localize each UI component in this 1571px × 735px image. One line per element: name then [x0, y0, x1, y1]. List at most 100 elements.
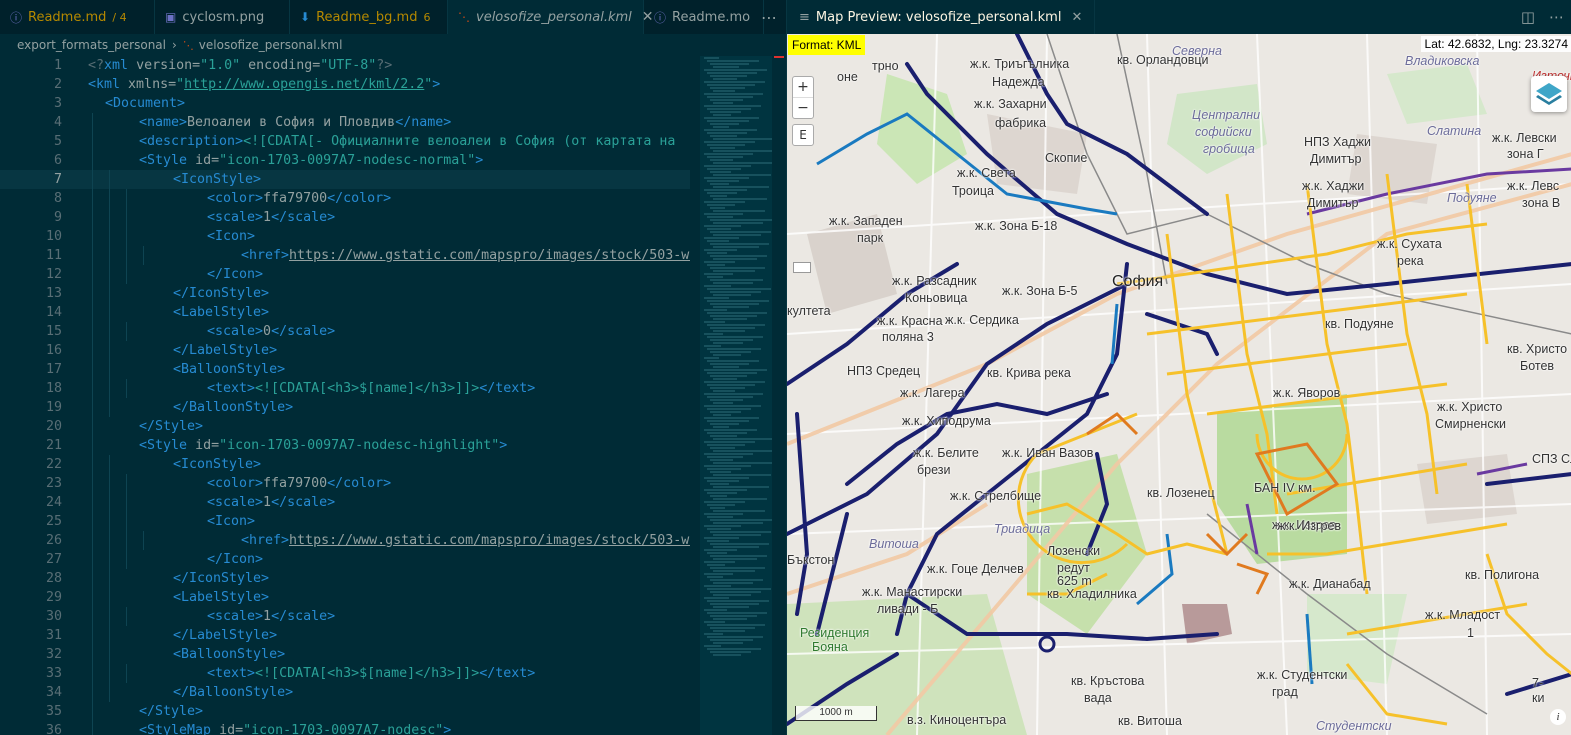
edit-button[interactable]: E: [792, 124, 814, 146]
map-label: Централни: [1192, 108, 1261, 122]
line-number: 32: [45, 647, 62, 662]
indent-guide: [92, 151, 93, 170]
code-line[interactable]: 36 <StyleMap id="icon-1703-0097A7-nodesc"…: [0, 721, 690, 735]
code-line[interactable]: 17 <BalloonStyle>: [0, 360, 690, 379]
line-number: 11: [45, 248, 62, 263]
code-line[interactable]: 21 <Style id="icon-1703-0097A7-nodesc-hig…: [0, 436, 690, 455]
map-label: ж.к. Изгрев: [1277, 519, 1342, 533]
map-label: ж.к. Триъгълника: [970, 57, 1070, 71]
code-line[interactable]: 24 <scale>1</scale>: [0, 493, 690, 512]
code-line[interactable]: 6 <Style id="icon-1703-0097A7-nodesc-norm…: [0, 151, 690, 170]
map-view[interactable]: ж.к. Триъгълника Надежда кв. Орландовци ж.к…: [787, 34, 1571, 735]
map-label: ж.к. Студентски: [1257, 668, 1348, 682]
line-number: 36: [45, 723, 62, 735]
vertical-scrollbar[interactable]: [772, 56, 786, 735]
indent-guide: [92, 170, 93, 189]
map-label: кв. Лозенец: [1147, 486, 1215, 500]
code-line[interactable]: 4 <name>Велоалеи в София и Пловдив</name>: [0, 113, 690, 132]
tab-5[interactable]: ⓘ Readme.mo: [644, 0, 764, 34]
zoom-out-button[interactable]: −: [793, 98, 813, 118]
indent-guide: [92, 303, 93, 322]
code-line[interactable]: 26 <href>https://www.gstatic.com/mapspro/…: [0, 531, 690, 550]
map-label: ки: [1532, 691, 1545, 705]
code-line[interactable]: 7 <IconStyle>: [0, 170, 690, 189]
map-label: поляна 3: [882, 330, 934, 344]
split-editor-icon[interactable]: ◫: [1521, 8, 1535, 26]
more-actions-icon[interactable]: ⋯: [761, 0, 778, 34]
code-line[interactable]: 9 <scale>1</scale>: [0, 208, 690, 227]
code-line[interactable]: 16 </LabelStyle>: [0, 341, 690, 360]
tab-problem-count: 6: [423, 10, 431, 24]
rectangle-tool-icon[interactable]: [793, 262, 811, 273]
code-line[interactable]: 29 <LabelStyle>: [0, 588, 690, 607]
code-line[interactable]: 18 <text><![CDATA[<h3>$[name]</h3>]]></te…: [0, 379, 690, 398]
more-actions-icon[interactable]: ⋯: [1549, 8, 1564, 26]
code-line[interactable]: 11 <href>https://www.gstatic.com/mapspro/…: [0, 246, 690, 265]
tab-2[interactable]: ▣ cyclosm.png: [155, 0, 290, 34]
map-label: кв. Кръстова: [1071, 674, 1145, 688]
code-line[interactable]: 2 <kml xmlns="http://www.opengis.net/kml/…: [0, 75, 690, 94]
map-label: Смирненски: [1435, 417, 1507, 431]
map-label: Витоша: [869, 537, 919, 551]
code-line[interactable]: 23 <color>ffa79700</color>: [0, 474, 690, 493]
code-line[interactable]: 20 </Style>: [0, 417, 690, 436]
code-text: </BalloonStyle>: [173, 685, 294, 700]
map-label: ж.к. Стрелбище: [950, 489, 1042, 503]
code-line[interactable]: 12 </Icon>: [0, 265, 690, 284]
map-label: кв. Христо: [1507, 342, 1568, 356]
code-line[interactable]: 13 </IconStyle>: [0, 284, 690, 303]
breadcrumb-folder[interactable]: export_formats_personal: [17, 38, 166, 52]
code-line[interactable]: 25 <Icon>: [0, 512, 690, 531]
tab-map-preview[interactable]: ≡ Map Preview: velosofize_personal.kml ✕: [787, 0, 1096, 34]
code-line[interactable]: 31 </LabelStyle>: [0, 626, 690, 645]
indent-guide: [92, 132, 93, 151]
code-text: <kml xmlns="http://www.opengis.net/kml/2…: [88, 77, 441, 92]
map-label: кв. Хладилника: [1047, 587, 1137, 601]
code-editor[interactable]: 1 <?xml version="1.0" encoding="UTF-8"?> 2…: [0, 56, 690, 735]
breadcrumb-file[interactable]: velosofize_personal.kml: [199, 38, 343, 52]
attribution-info-button[interactable]: i: [1550, 709, 1566, 725]
code-line[interactable]: 19 </BalloonStyle>: [0, 398, 690, 417]
code-line[interactable]: 5 <description><![CDATA[- Официалните вел…: [0, 132, 690, 151]
zoom-in-button[interactable]: +: [793, 77, 813, 98]
map-label: ж.к. Белите: [913, 446, 979, 460]
map-label: Бъкстон: [787, 553, 835, 567]
code-text: </Icon>: [207, 267, 264, 282]
tab-label: Readme.mo: [672, 9, 751, 25]
minimap[interactable]: [700, 56, 772, 735]
code-line[interactable]: 14 <LabelStyle>: [0, 303, 690, 322]
code-line[interactable]: 33 <text><![CDATA[<h3>$[name]</h3>]]></te…: [0, 664, 690, 683]
code-line[interactable]: 35 </Style>: [0, 702, 690, 721]
code-line[interactable]: 34 </BalloonStyle>: [0, 683, 690, 702]
layers-button[interactable]: [1531, 76, 1567, 112]
line-number: 7: [53, 172, 62, 187]
tab-1[interactable]: ⓘ Readme.md / 4: [0, 0, 155, 34]
line-number: 24: [45, 495, 62, 510]
code-line[interactable]: 22 <IconStyle>: [0, 455, 690, 474]
indent-guide: [92, 683, 93, 702]
code-line[interactable]: 1 <?xml version="1.0" encoding="UTF-8"?>: [0, 56, 690, 75]
indent-guide: [92, 322, 93, 341]
indent-guide: [92, 493, 93, 512]
code-line[interactable]: 32 <BalloonStyle>: [0, 645, 690, 664]
indent-guide: [109, 265, 110, 284]
code-line[interactable]: 28 </IconStyle>: [0, 569, 690, 588]
code-line[interactable]: 27 </Icon>: [0, 550, 690, 569]
code-text: <StyleMap id="icon-1703-0097A7-nodesc">: [139, 723, 452, 735]
code-text: <scale>1</scale>: [207, 495, 336, 510]
tab-4[interactable]: ⋱ velosofize_personal.kml ✕: [448, 0, 654, 34]
code-line[interactable]: 10 <Icon>: [0, 227, 690, 246]
indent-guide: [92, 398, 93, 417]
map-label: Лозенски: [1047, 544, 1101, 558]
close-icon[interactable]: ✕: [1071, 10, 1082, 25]
code-line[interactable]: 15 <scale>0</scale>: [0, 322, 690, 341]
indent-guide: [92, 227, 93, 246]
preview-actions: ◫ ⋯: [1521, 0, 1564, 34]
map-label: СПЗ Сл: [1532, 452, 1571, 466]
code-line[interactable]: 3 <Document>: [0, 94, 690, 113]
indent-guide: [109, 170, 110, 189]
tab-3[interactable]: ⬇ Readme_bg.md 6: [290, 0, 448, 34]
indent-guide: [92, 569, 93, 588]
code-line[interactable]: 8 <color>ffa79700</color>: [0, 189, 690, 208]
code-line[interactable]: 30 <scale>1</scale>: [0, 607, 690, 626]
